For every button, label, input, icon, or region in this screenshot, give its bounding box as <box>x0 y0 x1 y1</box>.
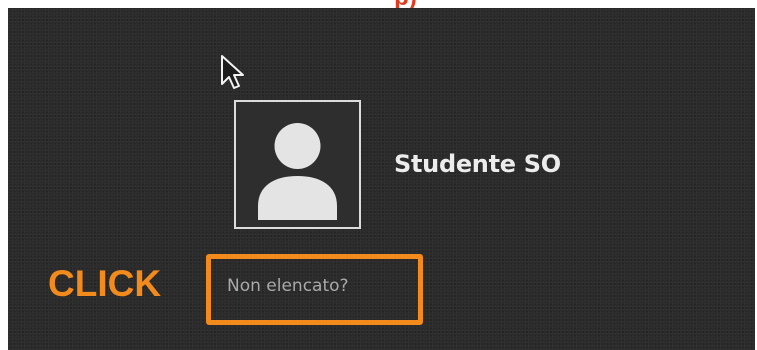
mouse-pointer-icon <box>221 55 244 89</box>
not-listed-link[interactable]: Non elencato? <box>227 276 349 296</box>
click-annotation: CLICK <box>48 263 162 304</box>
user-name[interactable]: Studente SO <box>394 150 561 178</box>
user-silhouette-icon <box>258 123 337 220</box>
user-avatar[interactable] <box>234 100 361 229</box>
page: p) Studente SO CLICK Non elencato? <box>0 0 757 350</box>
